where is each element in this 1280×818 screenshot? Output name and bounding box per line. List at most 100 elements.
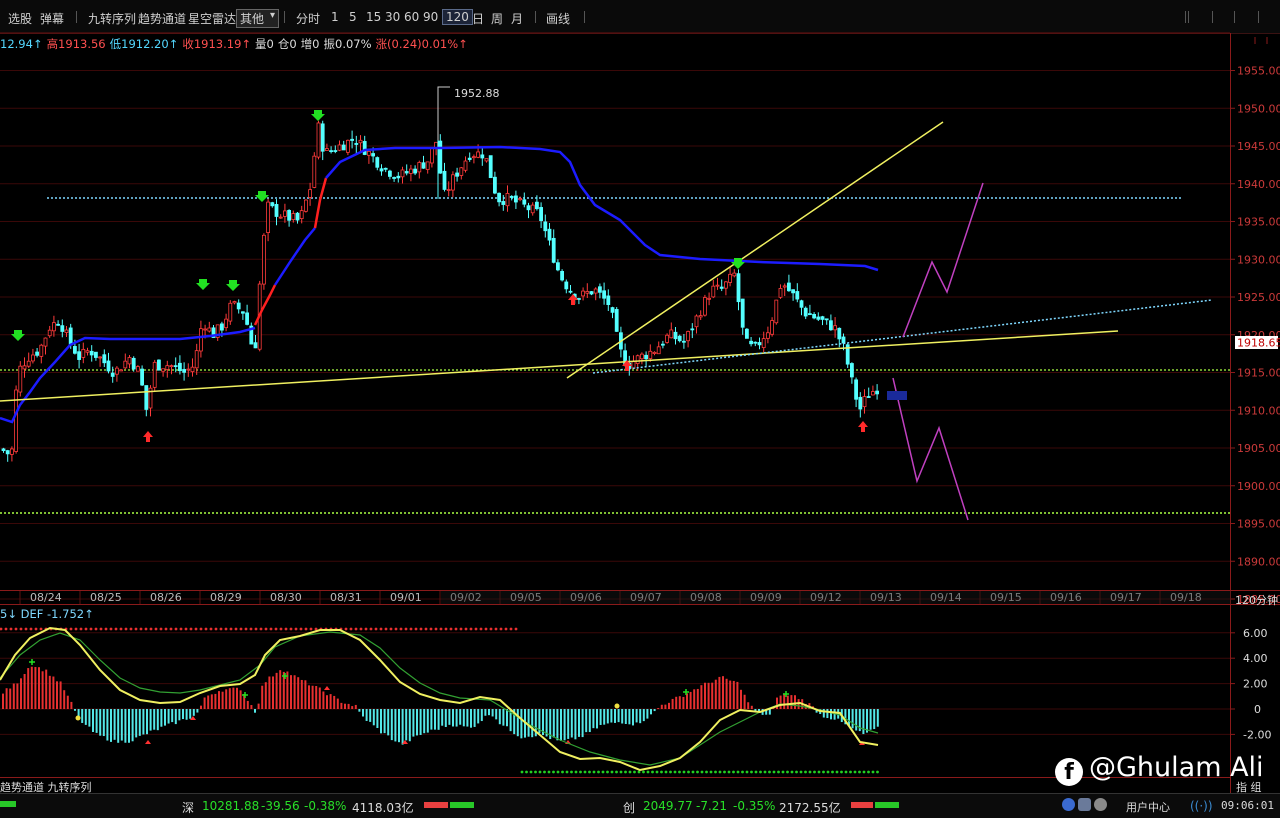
macd-bar-positive xyxy=(210,694,213,709)
macd-bar-positive xyxy=(203,697,206,709)
candle-down xyxy=(60,325,65,332)
candle-down xyxy=(287,209,292,221)
candle-up xyxy=(686,331,690,342)
green-dot xyxy=(651,770,654,774)
dea-line xyxy=(0,631,879,766)
candlestick-chart[interactable]: 1952.88 1955.00 1950.00 1945.00 1940.00 1935… xyxy=(0,0,1280,817)
green-dot xyxy=(768,770,771,774)
candle-down xyxy=(824,318,829,321)
red-dot xyxy=(239,627,243,631)
macd-bar-positive xyxy=(261,685,264,709)
candle-up xyxy=(186,368,191,371)
macd-bar-negative xyxy=(423,709,426,734)
candle-up xyxy=(476,151,481,158)
status-bar: 深 10281.88 -39.56 -0.38% 4118.03亿 创 2049… xyxy=(0,793,1280,818)
candle-down xyxy=(522,199,527,205)
current-price-label: 1918.65 xyxy=(1237,337,1280,350)
candle-down xyxy=(492,176,497,194)
macd-bar-positive xyxy=(722,676,724,709)
macd-bar-negative xyxy=(462,709,465,727)
red-dot xyxy=(209,627,213,631)
green-dot xyxy=(574,770,578,774)
candle-up xyxy=(85,350,90,353)
macd-bar-positive xyxy=(664,704,667,709)
macd-bar-positive xyxy=(333,695,336,709)
price-tick-label: 1930.00 xyxy=(1237,253,1280,266)
macd-bar-negative xyxy=(376,709,379,729)
calc-icon[interactable] xyxy=(1078,798,1091,811)
candle-down xyxy=(719,286,724,289)
macd-bar-positive xyxy=(41,671,44,709)
macd-bar-negative xyxy=(473,709,476,727)
macd-bar-negative xyxy=(498,709,501,725)
red-dot xyxy=(434,627,438,631)
macd-bar-negative xyxy=(84,709,87,725)
macd-bar-negative xyxy=(599,709,602,725)
green-dot xyxy=(705,770,708,774)
macd-bar-positive xyxy=(315,686,318,709)
macd-bar-negative xyxy=(138,709,141,736)
candle-down xyxy=(144,385,149,410)
candle-down xyxy=(841,336,846,344)
price-tick-label: 1935.00 xyxy=(1237,216,1280,229)
macd-bar-positive xyxy=(344,703,346,709)
macd-bar-negative xyxy=(488,709,490,716)
macd-bar-negative xyxy=(92,709,94,732)
candle-down xyxy=(837,327,842,340)
macd-bar-negative xyxy=(862,709,865,735)
candle-up xyxy=(366,150,371,156)
sell-signal-arrow-icon xyxy=(311,110,325,121)
candle-down xyxy=(787,282,791,292)
connection-icon[interactable] xyxy=(1062,798,1075,811)
red-dot xyxy=(99,627,103,631)
candle-down xyxy=(551,237,556,263)
candle-down xyxy=(854,379,858,400)
macd-bar-positive xyxy=(27,668,30,709)
macd-bar-positive xyxy=(264,682,267,709)
macd-bar-negative xyxy=(581,709,584,738)
macd-bar-negative xyxy=(452,709,454,727)
macd-bar-positive xyxy=(750,705,753,709)
macd-bar-negative xyxy=(156,709,159,731)
candle-down xyxy=(140,368,145,386)
watermark: f @Ghulam Ali xyxy=(1055,752,1264,786)
candle-up xyxy=(484,158,489,162)
price-tick-label: 1905.00 xyxy=(1237,442,1280,455)
candle-down xyxy=(421,162,426,169)
macd-bar-negative xyxy=(455,709,458,727)
red-dot xyxy=(404,627,408,631)
rising-trend-line xyxy=(566,121,944,379)
green-dot xyxy=(727,770,731,774)
settings-icon[interactable] xyxy=(1094,798,1107,811)
red-dot xyxy=(264,627,268,631)
macd-bar-positive xyxy=(671,698,674,709)
user-center-link[interactable]: 用户中心 xyxy=(1126,799,1170,815)
chuang-amount: 2172.55亿 xyxy=(779,801,841,815)
small-blue-marker xyxy=(887,391,907,400)
time-axis-label: 09/01 xyxy=(390,591,422,604)
red-dot xyxy=(289,627,293,631)
candle-down xyxy=(156,359,161,371)
indicator-tick-label: -2.00 xyxy=(1243,728,1271,741)
red-dot xyxy=(399,627,403,631)
macd-bar-positive xyxy=(286,671,289,709)
ma-line-segment-1 xyxy=(0,326,256,424)
macd-bar-negative xyxy=(653,709,656,712)
bullish-projection xyxy=(902,182,984,338)
macd-bar-negative xyxy=(592,709,595,729)
red-dot xyxy=(349,627,353,631)
red-dot xyxy=(9,627,13,631)
macd-bar-positive xyxy=(329,694,332,709)
macd-bar-negative xyxy=(459,709,462,725)
red-dot xyxy=(84,627,88,631)
macd-bar-negative xyxy=(167,709,170,724)
macd-bar-negative xyxy=(390,709,393,741)
macd-bar-negative xyxy=(380,709,382,734)
macd-bar-negative xyxy=(437,709,440,730)
macd-bar-negative xyxy=(628,709,631,725)
macd-bar-negative xyxy=(466,709,469,727)
candle-down xyxy=(131,357,136,370)
candle-up xyxy=(778,288,783,298)
candle-down xyxy=(589,291,594,295)
red-dot xyxy=(144,627,148,631)
